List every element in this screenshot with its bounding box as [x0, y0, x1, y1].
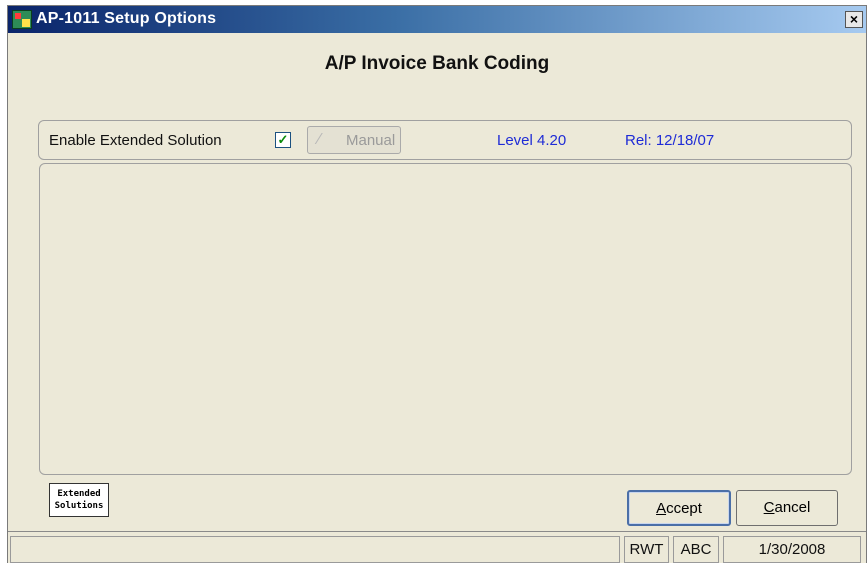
cancel-label: ancel [774, 499, 811, 516]
logo-line-1: Extended [57, 489, 101, 499]
enable-extended-solution-checkbox[interactable]: ✓ [275, 132, 291, 148]
extended-solutions-logo[interactable]: Extended Solutions [49, 483, 109, 517]
options-group: Enable Extended Solution ✓ ⁄ Manual Leve… [38, 120, 852, 160]
status-company: ABC [673, 536, 719, 563]
close-button[interactable]: × [845, 11, 863, 28]
status-message [10, 536, 620, 563]
title-bar[interactable]: AP-1011 Setup Options × [8, 6, 866, 33]
cancel-button[interactable]: Cancel [736, 490, 838, 526]
manual-button[interactable]: ⁄ Manual [307, 126, 401, 154]
level-text: Level 4.20 [497, 132, 567, 149]
accept-button[interactable]: Accept [627, 490, 731, 526]
status-bar: RWT ABC 1/30/2008 [8, 531, 866, 563]
window-title: AP-1011 Setup Options [36, 10, 217, 27]
pencil-icon: ⁄ [318, 131, 321, 148]
setup-options-window: AP-1011 Setup Options × A/P Invoice Bank… [7, 5, 867, 563]
page-title: A/P Invoice Bank Coding [324, 53, 550, 74]
checkmark-icon: ✓ [277, 132, 289, 147]
app-icon [12, 10, 32, 29]
status-user: RWT [624, 536, 669, 563]
accept-mnemonic: A [656, 500, 667, 517]
enable-extended-solution-label: Enable Extended Solution [49, 132, 222, 149]
close-icon: × [849, 11, 859, 27]
accept-label: ccept [666, 500, 702, 517]
manual-button-label: Manual [346, 132, 396, 149]
release-date-text: Rel: 12/18/07 [625, 132, 715, 149]
logo-line-2: Solutions [54, 501, 104, 511]
content-panel [39, 163, 852, 475]
status-date: 1/30/2008 [723, 536, 861, 563]
cancel-mnemonic: C [763, 499, 775, 516]
